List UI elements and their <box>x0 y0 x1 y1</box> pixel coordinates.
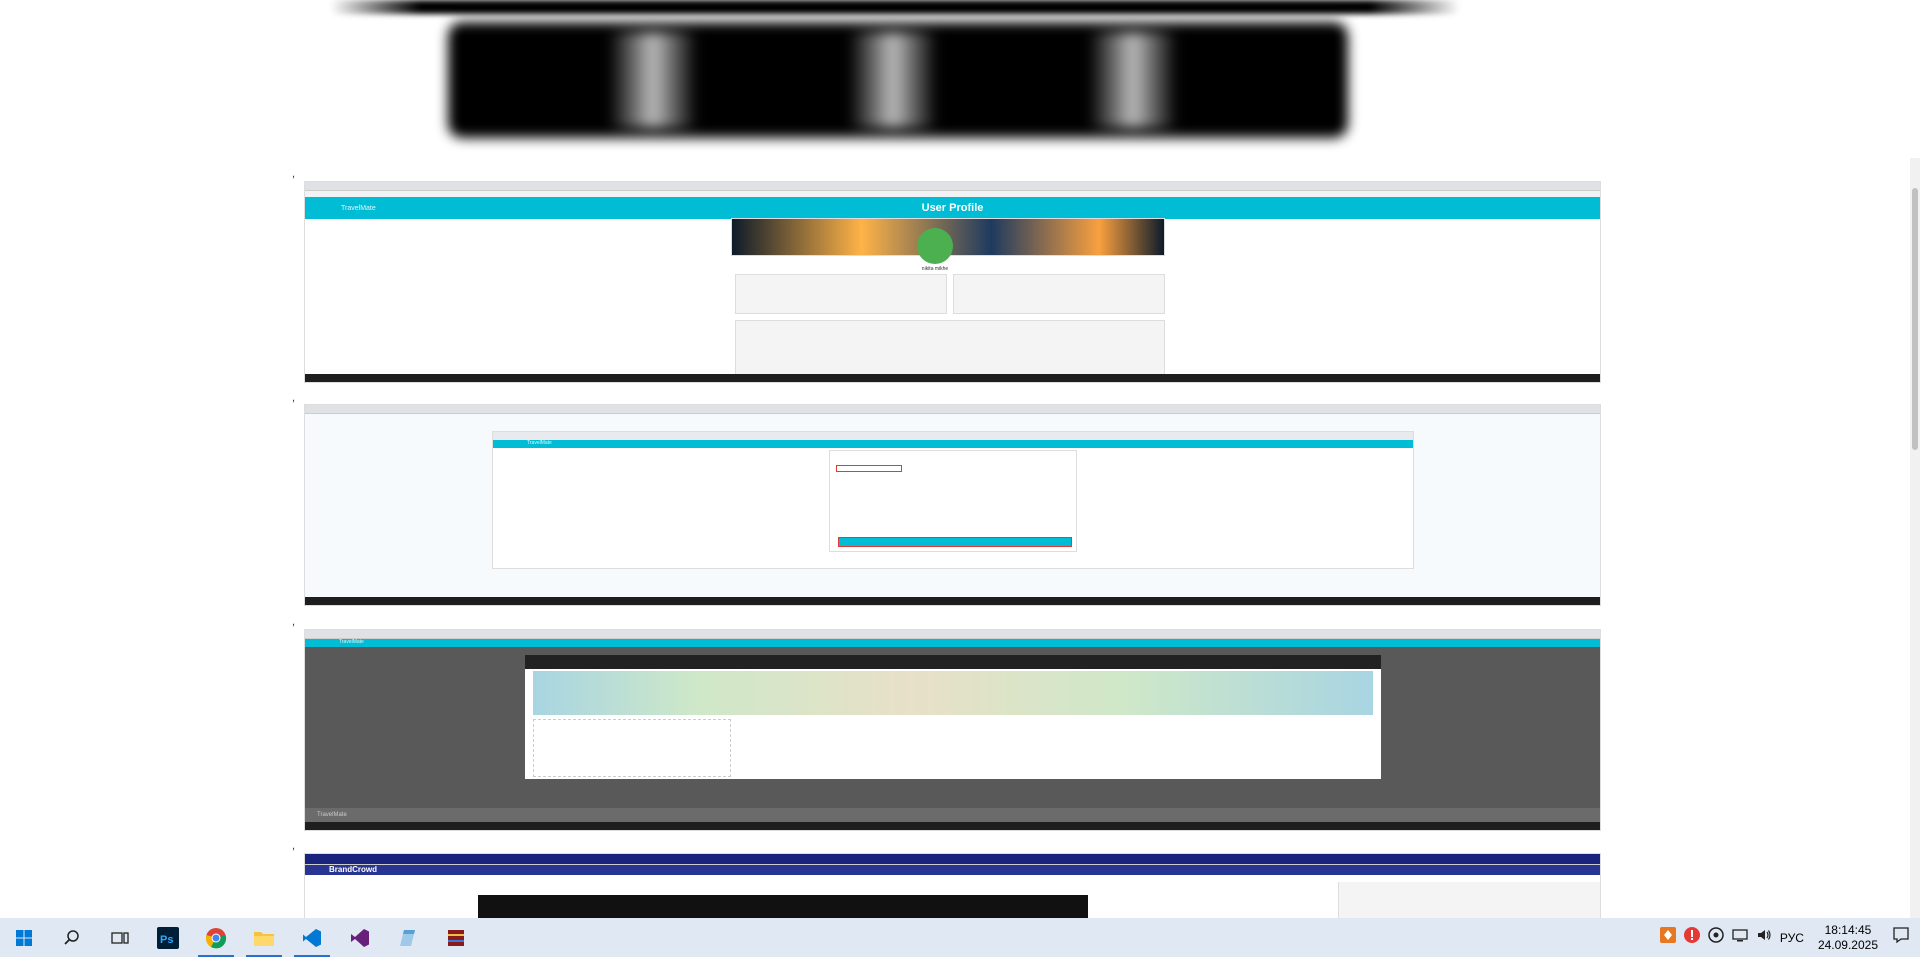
screenshot-form[interactable]: TravelMate <box>305 405 1600 605</box>
search-icon[interactable] <box>48 918 96 957</box>
windows-taskbar-thumb <box>305 597 1600 605</box>
vscode-icon[interactable] <box>288 918 336 957</box>
start-icon[interactable] <box>0 918 48 957</box>
info-card-left <box>735 274 947 314</box>
clock[interactable]: 18:14:45 24.09.2025 <box>1818 923 1878 953</box>
chrome-icon[interactable] <box>192 918 240 957</box>
info-card-right <box>953 274 1165 314</box>
avatar <box>917 228 953 264</box>
brand-label: BrandCrowd <box>329 865 377 874</box>
language-indicator[interactable]: РУС <box>1780 931 1804 945</box>
map-modal <box>525 655 1381 779</box>
clock-time: 18:14:45 <box>1824 922 1872 937</box>
page-title: User Profile <box>921 202 984 214</box>
notifications-icon[interactable] <box>1892 926 1910 949</box>
svg-text:Ps: Ps <box>160 934 173 946</box>
separator-mark: , <box>292 840 296 852</box>
image-viewer: , TravelMate User Profile nikita mikhe ,… <box>0 0 1920 918</box>
footer: TravelMate <box>305 808 1600 822</box>
screenshot-map-modal[interactable]: TravelMate TravelMate <box>305 630 1600 830</box>
brand-label: TravelMate <box>527 440 552 446</box>
app-header: TravelMate User Profile <box>305 197 1600 219</box>
warning-icon[interactable] <box>1683 927 1700 948</box>
system-tray: РУС 18:14:45 24.09.2025 <box>1659 918 1920 957</box>
notepad-icon[interactable] <box>384 918 432 957</box>
volume-icon[interactable] <box>1756 927 1772 948</box>
taskbar: Ps РУС 18:14:45 24.09.2025 <box>0 918 1920 957</box>
antivirus-icon[interactable] <box>1659 927 1676 948</box>
network-icon[interactable] <box>1732 927 1748 948</box>
list-panel <box>735 320 1165 380</box>
clock-date: 24.09.2025 <box>1817 937 1878 952</box>
map[interactable] <box>533 671 1373 715</box>
edit-form <box>829 450 1077 552</box>
screenshot-user-profile[interactable]: TravelMate User Profile nikita mikhe <box>305 182 1600 382</box>
user-name: nikita mikhe <box>921 266 949 272</box>
vpn-icon[interactable] <box>1708 927 1724 948</box>
separator-mark: , <box>292 616 296 628</box>
blurred-header-strip <box>330 0 1460 14</box>
edit-text-panel <box>1338 882 1600 918</box>
viewer-scrollbar[interactable] <box>1910 158 1920 918</box>
separator-mark: , <box>292 392 296 404</box>
brand-label: TravelMate <box>341 204 376 212</box>
windows-taskbar-thumb <box>305 822 1600 830</box>
task-view-icon[interactable] <box>96 918 144 957</box>
separator-mark: , <box>292 168 296 180</box>
explorer-icon[interactable] <box>240 918 288 957</box>
visual-studio-icon[interactable] <box>336 918 384 957</box>
screenshot-editor[interactable]: BrandCrowd <box>305 854 1600 918</box>
photoshop-icon[interactable]: Ps <box>144 918 192 957</box>
blurred-image <box>448 22 1348 138</box>
windows-taskbar-thumb <box>305 374 1600 382</box>
winrar-icon[interactable] <box>432 918 480 957</box>
canvas <box>478 895 1088 918</box>
browser-window: TravelMate <box>492 431 1414 569</box>
brand-label: TravelMate <box>339 639 364 645</box>
submit-button[interactable] <box>838 537 1072 547</box>
